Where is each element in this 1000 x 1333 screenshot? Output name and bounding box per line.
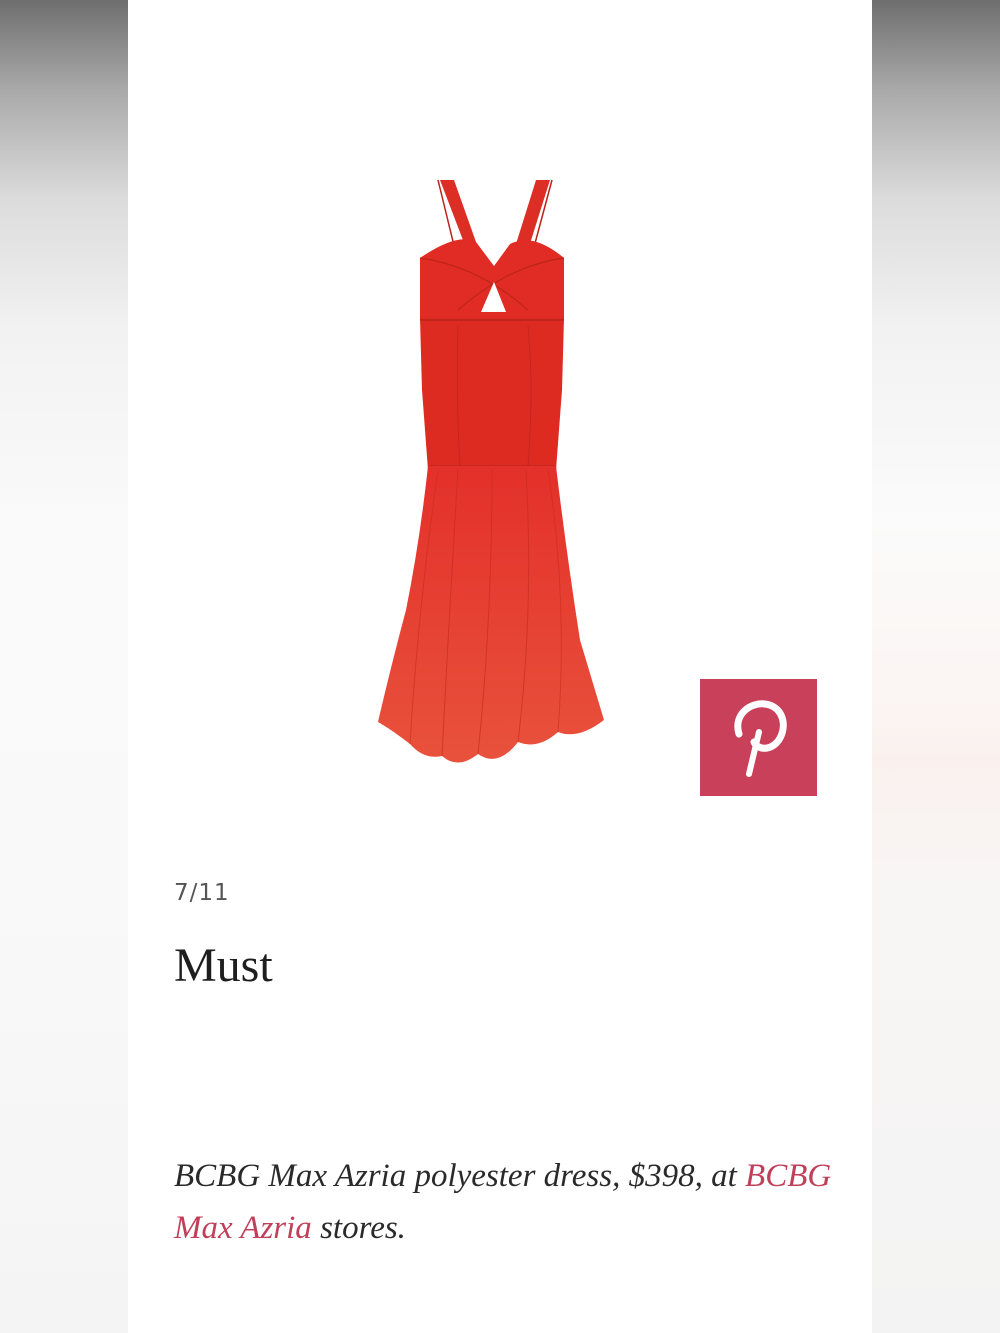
caption-text: BCBG Max Azria polyester dress, $398, at: [174, 1158, 737, 1194]
page: 7/11 Must BCBG Max Azria polyester dress…: [0, 0, 1000, 1333]
slide-title: Must: [174, 939, 273, 992]
pinterest-icon: [733, 699, 787, 777]
product-caption: BCBG Max Azria polyester dress, $398, at…: [174, 1150, 834, 1254]
pinterest-pin-button[interactable]: [700, 679, 817, 796]
product-image: [378, 179, 604, 763]
left-blurred-backdrop: [0, 0, 128, 1333]
slide-card: 7/11 Must BCBG Max Azria polyester dress…: [128, 0, 872, 1333]
caption-text-end: stores.: [320, 1210, 406, 1246]
slide-counter: 7/11: [174, 880, 230, 906]
right-blurred-backdrop: [872, 0, 1000, 1333]
